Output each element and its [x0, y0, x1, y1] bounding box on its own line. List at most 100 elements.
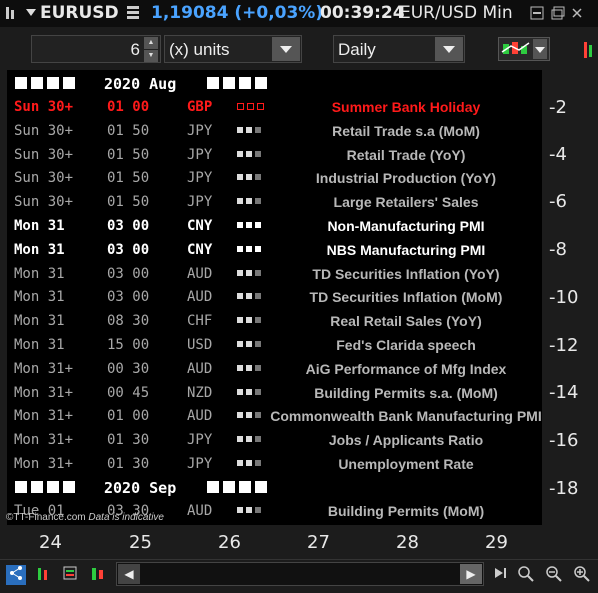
event-name: Commonwealth Bank Manufacturing PMI	[270, 408, 542, 425]
event-currency: AUD	[187, 503, 213, 519]
importance-dot	[237, 245, 243, 252]
decrement-icon[interactable]: ▼	[144, 50, 158, 62]
importance-icon	[237, 364, 264, 381]
calendar-event-row[interactable]: Mon 31 03 00 CNY NBS Manufacturing PMI	[7, 239, 542, 263]
layers-icon[interactable]	[126, 4, 140, 20]
y-tick: -18	[549, 478, 579, 499]
importance-icon	[237, 388, 264, 405]
event-time: 00 30	[107, 360, 150, 377]
calendar-event-row[interactable]: Mon 31+ 00 30 AUD AiG Performance of Mfg In…	[7, 358, 542, 382]
month-block	[223, 77, 235, 89]
event-time: 03 00	[107, 241, 150, 258]
event-name: Non-Manufacturing PMI	[327, 218, 485, 234]
symbol-label[interactable]: EURUSD	[40, 3, 119, 23]
share-icon[interactable]	[6, 565, 26, 585]
calendar-event-row[interactable]: Mon 31+ 01 30 JPY Jobs / Applicants Ratio	[7, 429, 542, 453]
importance-icon	[237, 245, 264, 262]
chart-scrollbar[interactable]: ◀ ▶	[116, 562, 484, 586]
calendar-event-row[interactable]: Sun 30+ 01 50 JPY Retail Trade (YoY)	[7, 144, 542, 168]
calendar-event-row[interactable]: Mon 31 08 30 CHF Real Retail Sales (YoY)	[7, 310, 542, 334]
menu-icon[interactable]	[4, 5, 20, 24]
importance-dot	[246, 317, 252, 324]
event-day: Sun 30+	[14, 122, 74, 139]
importance-icon	[237, 150, 264, 167]
importance-dot	[255, 245, 261, 252]
month-block	[255, 77, 267, 89]
scroll-end-icon[interactable]	[490, 565, 510, 585]
minimize-icon[interactable]	[530, 6, 544, 20]
importance-dot	[237, 174, 243, 181]
importance-dot	[255, 507, 261, 513]
importance-dot	[257, 103, 264, 110]
calendar-event-row[interactable]: Mon 31 03 00 AUD TD Securities Inflation (M…	[7, 286, 542, 310]
importance-dot	[255, 150, 261, 157]
settings-icon[interactable]	[580, 40, 598, 60]
importance-dot	[246, 412, 252, 419]
x-tick: 25	[129, 532, 152, 553]
calendar-event-row[interactable]: Sun 30+ 01 50 JPY Industrial Production (Yo…	[7, 167, 542, 191]
event-currency: JPY	[187, 432, 213, 449]
y-tick: -6	[549, 191, 567, 212]
calendar-event-row[interactable]: Sun 30+ 01 50 JPY Retail Trade s.a (MoM)	[7, 120, 542, 144]
importance-dot	[246, 222, 252, 228]
event-name: Large Retailers' Sales	[333, 194, 479, 211]
restore-icon[interactable]	[551, 6, 565, 20]
indicators-button[interactable]	[498, 37, 550, 61]
importance-dot	[237, 103, 244, 110]
zoom-fit-icon[interactable]	[516, 565, 536, 585]
calendar-event-row[interactable]: Mon 31 03 00 AUD TD Securities Inflation (Y…	[7, 263, 542, 287]
event-day: Sun 30+	[14, 146, 74, 163]
month-block	[207, 481, 219, 493]
scroll-left-icon[interactable]: ◀	[118, 564, 140, 584]
importance-dot	[246, 364, 252, 371]
importance-dot	[255, 388, 261, 395]
event-day: Mon 31	[14, 337, 65, 353]
period-select[interactable]: Daily	[333, 35, 465, 63]
event-day: Sun 30+	[14, 170, 74, 187]
importance-dot	[246, 126, 252, 133]
month-block	[15, 481, 27, 493]
event-currency: AUD	[187, 289, 213, 306]
importance-dot	[237, 150, 243, 157]
event-currency: JPY	[187, 146, 213, 163]
month-label: 2020 Aug	[104, 75, 177, 93]
event-time: 01 00	[107, 99, 150, 115]
event-time: 01 50	[107, 122, 150, 139]
importance-dot	[237, 269, 243, 276]
event-currency: AUD	[187, 408, 213, 425]
scroll-right-icon[interactable]: ▶	[460, 564, 482, 584]
importance-dot	[246, 293, 252, 300]
calendar-event-row[interactable]: Mon 31+ 01 00 AUD Commonwealth Bank Manufac…	[7, 405, 542, 429]
calendar-event-row[interactable]: Mon 31 15 00 USD Fed's Clarida speech	[7, 334, 542, 358]
calendar-event-row[interactable]: Sun 30+ 01 00 GBP Summer Bank Holiday	[7, 96, 542, 120]
importance-dot	[255, 126, 261, 133]
symbol-dropdown-icon[interactable]	[26, 9, 36, 16]
calendar-event-row[interactable]: Mon 31+ 01 30 JPY Unemployment Rate	[7, 453, 542, 477]
month-header: 2020 Sep	[7, 476, 542, 500]
importance-dot	[255, 269, 261, 276]
increment-icon[interactable]: ▲	[144, 37, 158, 49]
importance-dot	[246, 269, 252, 276]
chevron-down-icon[interactable]	[272, 37, 300, 61]
x-tick: 27	[307, 532, 330, 553]
importance-dot	[255, 341, 261, 347]
units-stepper[interactable]: 6 ▲ ▼	[31, 35, 161, 63]
zoom-in-icon[interactable]	[572, 565, 592, 585]
units-value[interactable]: 6	[131, 40, 140, 60]
close-icon[interactable]	[570, 6, 584, 20]
calendar-icon[interactable]	[60, 565, 80, 585]
event-currency: CHF	[187, 313, 213, 330]
y-tick: -16	[549, 430, 579, 451]
importance-dot	[237, 364, 243, 371]
importance-dot	[255, 436, 261, 443]
chevron-down-icon[interactable]	[533, 39, 547, 59]
candles-icon[interactable]	[88, 565, 108, 585]
calendar-event-row[interactable]: Mon 31 03 00 CNY Non-Manufacturing PMI	[7, 215, 542, 239]
units-type-select[interactable]: (x) units	[164, 35, 302, 63]
hand-icon[interactable]	[33, 565, 53, 585]
calendar-event-row[interactable]: Mon 31+ 00 45 NZD Building Permits s.a. (Mo…	[7, 382, 542, 406]
chevron-down-icon[interactable]	[435, 37, 463, 61]
zoom-out-icon[interactable]	[544, 565, 564, 585]
y-tick: -10	[549, 287, 579, 308]
calendar-event-row[interactable]: Sun 30+ 01 50 JPY Large Retailers' Sales	[7, 191, 542, 215]
